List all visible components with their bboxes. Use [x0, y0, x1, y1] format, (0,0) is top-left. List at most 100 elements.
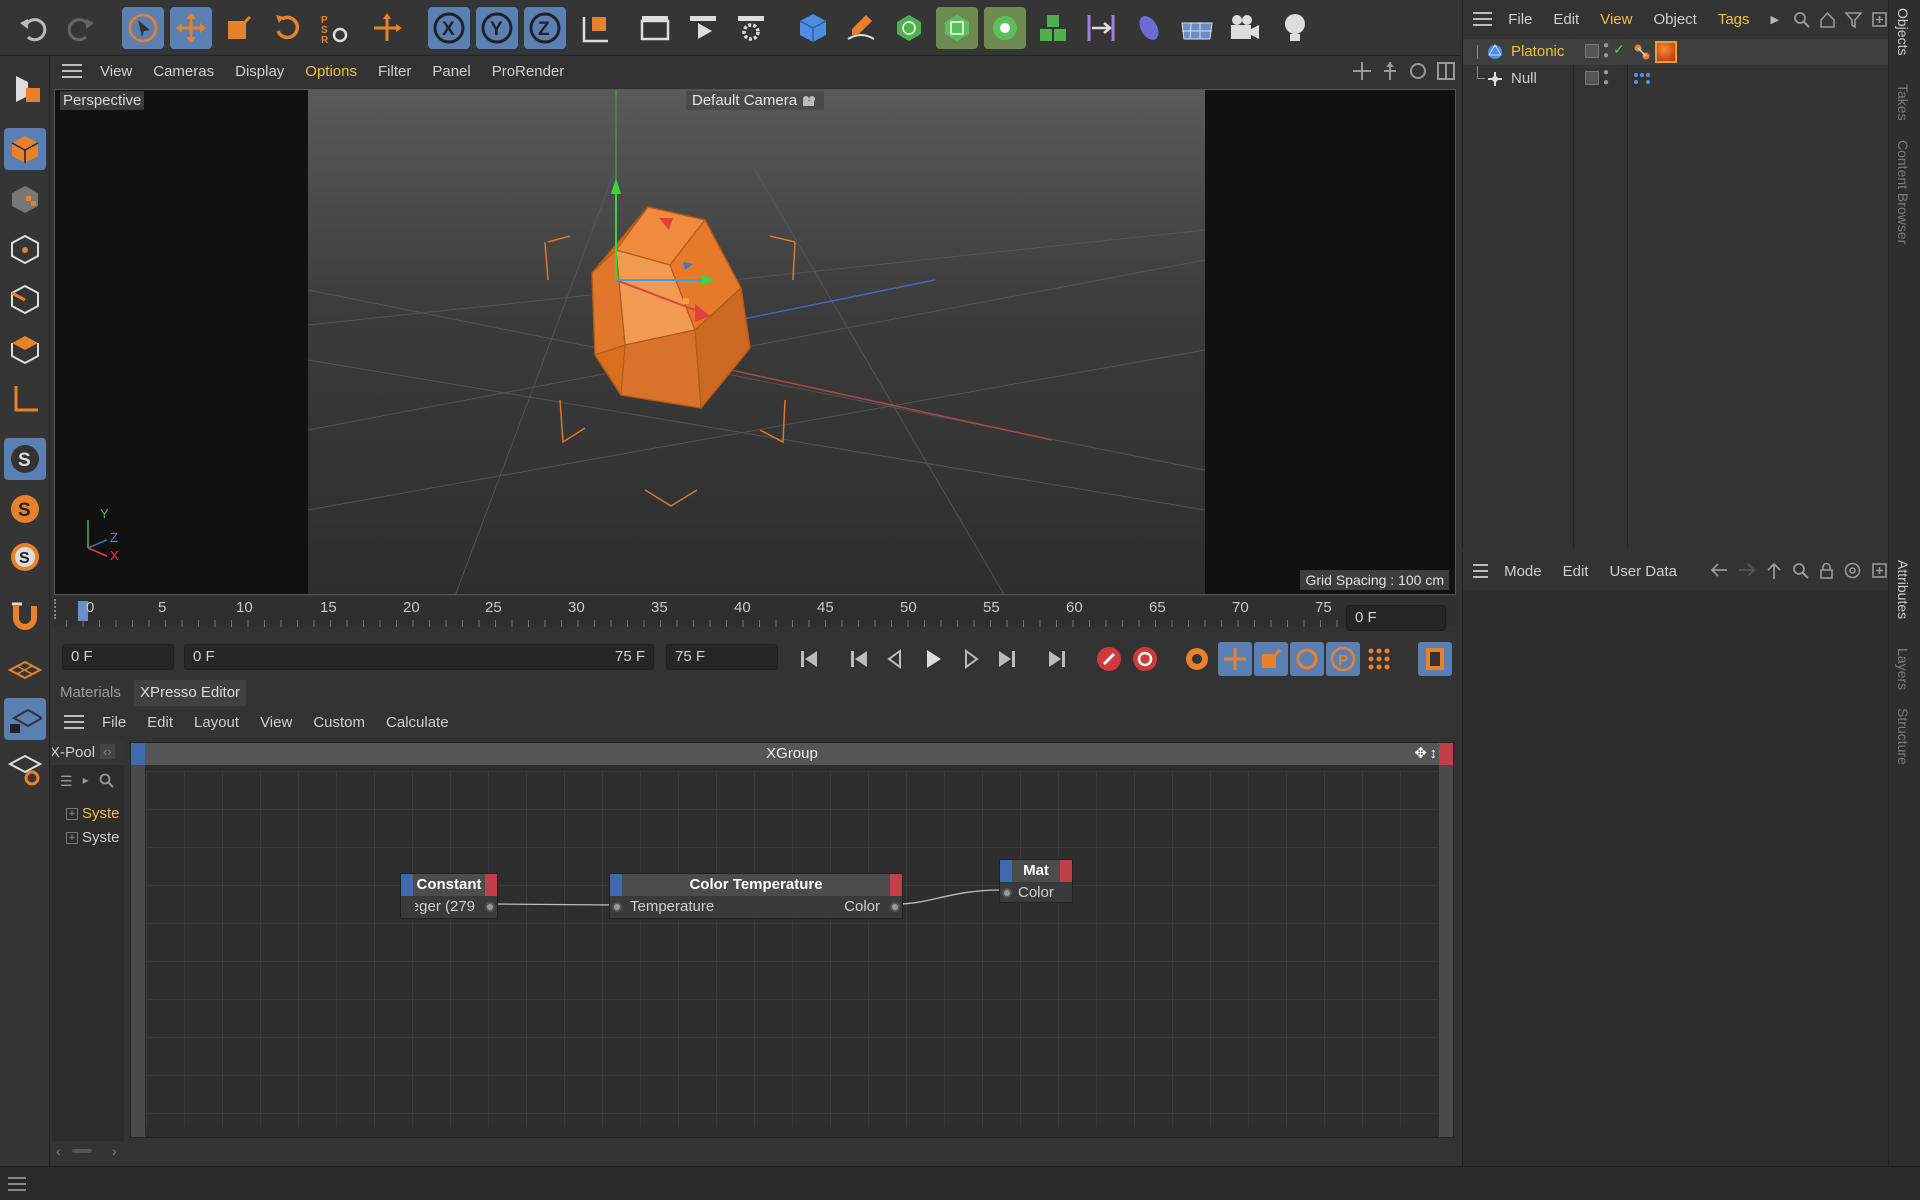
up-arrow-icon[interactable] [1766, 562, 1782, 580]
y-axis-lock-button[interactable]: Y [476, 7, 518, 49]
record-point-level-button[interactable] [1362, 642, 1396, 676]
rotate-view-icon[interactable] [1408, 61, 1428, 81]
frame-range-slider[interactable]: 0 F 75 F [184, 644, 654, 670]
xpresso-menu-icon[interactable] [64, 715, 84, 729]
render-settings-button[interactable] [730, 7, 772, 49]
cloner-button[interactable] [984, 7, 1026, 49]
om-home-icon[interactable] [1819, 11, 1836, 28]
object-row-null[interactable]: Null ● ● [1463, 66, 1888, 92]
x-axis-lock-button[interactable]: X [428, 7, 470, 49]
snap-mode-button[interactable]: S [4, 536, 46, 578]
om-menu-file[interactable]: File [1508, 11, 1532, 28]
3d-viewport[interactable]: Perspective Default Camera Y Z X Grid Sp… [54, 89, 1456, 595]
object-name-null[interactable]: Null [1511, 70, 1537, 87]
side-tab-content-browser[interactable]: Content Browser [1895, 140, 1911, 244]
redo-button[interactable] [60, 7, 102, 49]
model-mode-button[interactable] [4, 128, 46, 170]
maximize-view-icon[interactable] [1436, 61, 1456, 81]
am-menu-edit[interactable]: Edit [1563, 563, 1589, 580]
visibility-dots-icon[interactable]: ● ● [1603, 68, 1609, 88]
record-scale-button[interactable] [1254, 642, 1288, 676]
go-to-end-button[interactable] [1040, 642, 1074, 676]
layer-icon[interactable] [1585, 44, 1599, 58]
timeline-window-button[interactable] [1418, 642, 1452, 676]
constant-node[interactable]: Constant Integer (279 [400, 873, 498, 919]
camera-label[interactable]: Default Camera [686, 91, 825, 110]
am-menu-user-data[interactable]: User Data [1609, 563, 1677, 580]
previous-frame-button[interactable] [878, 642, 912, 676]
texture-mode-button[interactable] [4, 178, 46, 220]
polygons-mode-button[interactable] [4, 328, 46, 370]
om-new-panel-icon[interactable] [1871, 11, 1888, 28]
layer-icon[interactable] [1585, 71, 1599, 85]
x-pool-toggle-icon[interactable]: ‹› [100, 744, 115, 759]
xpresso-menu-layout[interactable]: Layout [194, 714, 239, 731]
record-position-button[interactable] [1218, 642, 1252, 676]
constant-out-port[interactable] [485, 902, 495, 912]
forward-arrow-icon[interactable] [1738, 562, 1756, 578]
floor-button[interactable] [1176, 7, 1218, 49]
snap-settings-button[interactable]: S [4, 488, 46, 530]
mat-node[interactable]: Mat Color [999, 859, 1073, 903]
next-key-button[interactable] [990, 642, 1024, 676]
pen-spline-button[interactable] [840, 7, 882, 49]
om-menu-edit[interactable]: Edit [1553, 11, 1579, 28]
status-menu-icon[interactable] [8, 1177, 26, 1191]
am-search-icon[interactable] [1792, 562, 1809, 579]
xpresso-menu-edit[interactable]: Edit [147, 714, 173, 731]
workplane-button[interactable] [4, 648, 46, 690]
menu-cameras[interactable]: Cameras [153, 63, 214, 80]
magnet-button[interactable] [4, 596, 46, 638]
om-more-icon[interactable]: ▶ [1771, 13, 1779, 26]
tab-xpresso-editor[interactable]: XPresso Editor [134, 680, 247, 706]
render-view-button[interactable] [634, 7, 676, 49]
om-menu-object[interactable]: Object [1653, 11, 1696, 28]
cube-object-button[interactable] [792, 7, 834, 49]
play-button[interactable] [916, 642, 950, 676]
current-frame-field[interactable]: 0 F [1346, 605, 1446, 631]
previous-key-button[interactable] [842, 642, 876, 676]
x-pool-search-icon[interactable] [99, 773, 115, 789]
side-tab-layers[interactable]: Layers [1895, 648, 1911, 690]
timeline-ruler[interactable]: 0 5 10 15 20 25 30 35 40 45 50 55 60 65 … [54, 597, 1456, 631]
mat-color-in-port[interactable] [1002, 888, 1012, 898]
undo-button[interactable] [12, 7, 54, 49]
field-button[interactable] [1128, 7, 1170, 49]
x-pool-menu-icon[interactable]: ☰ [60, 773, 73, 790]
scale-tool-button[interactable] [218, 7, 260, 49]
keyframe-selection-button[interactable] [1180, 642, 1214, 676]
menu-filter[interactable]: Filter [378, 63, 411, 80]
coordinate-system-button[interactable] [574, 7, 616, 49]
om-filter-icon[interactable] [1845, 11, 1862, 28]
attribute-manager-menu-icon[interactable] [1473, 564, 1489, 578]
extrude-generator-button[interactable] [936, 7, 978, 49]
temperature-in-port[interactable] [612, 902, 622, 912]
axis-tool-button[interactable] [366, 7, 408, 49]
side-tab-takes[interactable]: Takes [1895, 84, 1911, 121]
x-pool-expand-icon[interactable]: ▸ [83, 773, 89, 790]
psr-tool-button[interactable]: PSR [314, 7, 356, 49]
xpresso-menu-view[interactable]: View [260, 714, 292, 731]
points-mode-button[interactable] [4, 228, 46, 270]
xpresso-tag-icon[interactable] [1633, 43, 1651, 61]
zoom-view-icon[interactable] [1380, 61, 1400, 81]
x-pool-scroll-right-icon[interactable]: › [112, 1143, 117, 1159]
object-row-platonic[interactable]: Platonic ● ● ✓ [1463, 39, 1888, 65]
am-menu-mode[interactable]: Mode [1504, 563, 1542, 580]
edges-mode-button[interactable] [4, 278, 46, 320]
object-name-platonic[interactable]: Platonic [1511, 43, 1564, 60]
side-tab-objects[interactable]: Objects [1895, 8, 1911, 55]
record-rotation-button[interactable] [1290, 642, 1324, 676]
menu-prorender[interactable]: ProRender [492, 63, 565, 80]
x-pool-scroll-left-icon[interactable]: ‹ [56, 1143, 61, 1159]
axis-mode-button[interactable] [4, 378, 46, 420]
render-picture-viewer-button[interactable] [682, 7, 724, 49]
camera-button[interactable] [1224, 7, 1266, 49]
x-pool-item[interactable]: + Syste [66, 805, 120, 822]
om-menu-view[interactable]: View [1600, 11, 1632, 28]
target-icon[interactable] [1844, 562, 1861, 579]
am-new-panel-icon[interactable] [1871, 562, 1888, 579]
snap-enable-button[interactable]: S [4, 438, 46, 480]
x-pool-scrollbar[interactable] [72, 1149, 92, 1153]
start-frame-field[interactable]: 0 F [62, 644, 174, 670]
